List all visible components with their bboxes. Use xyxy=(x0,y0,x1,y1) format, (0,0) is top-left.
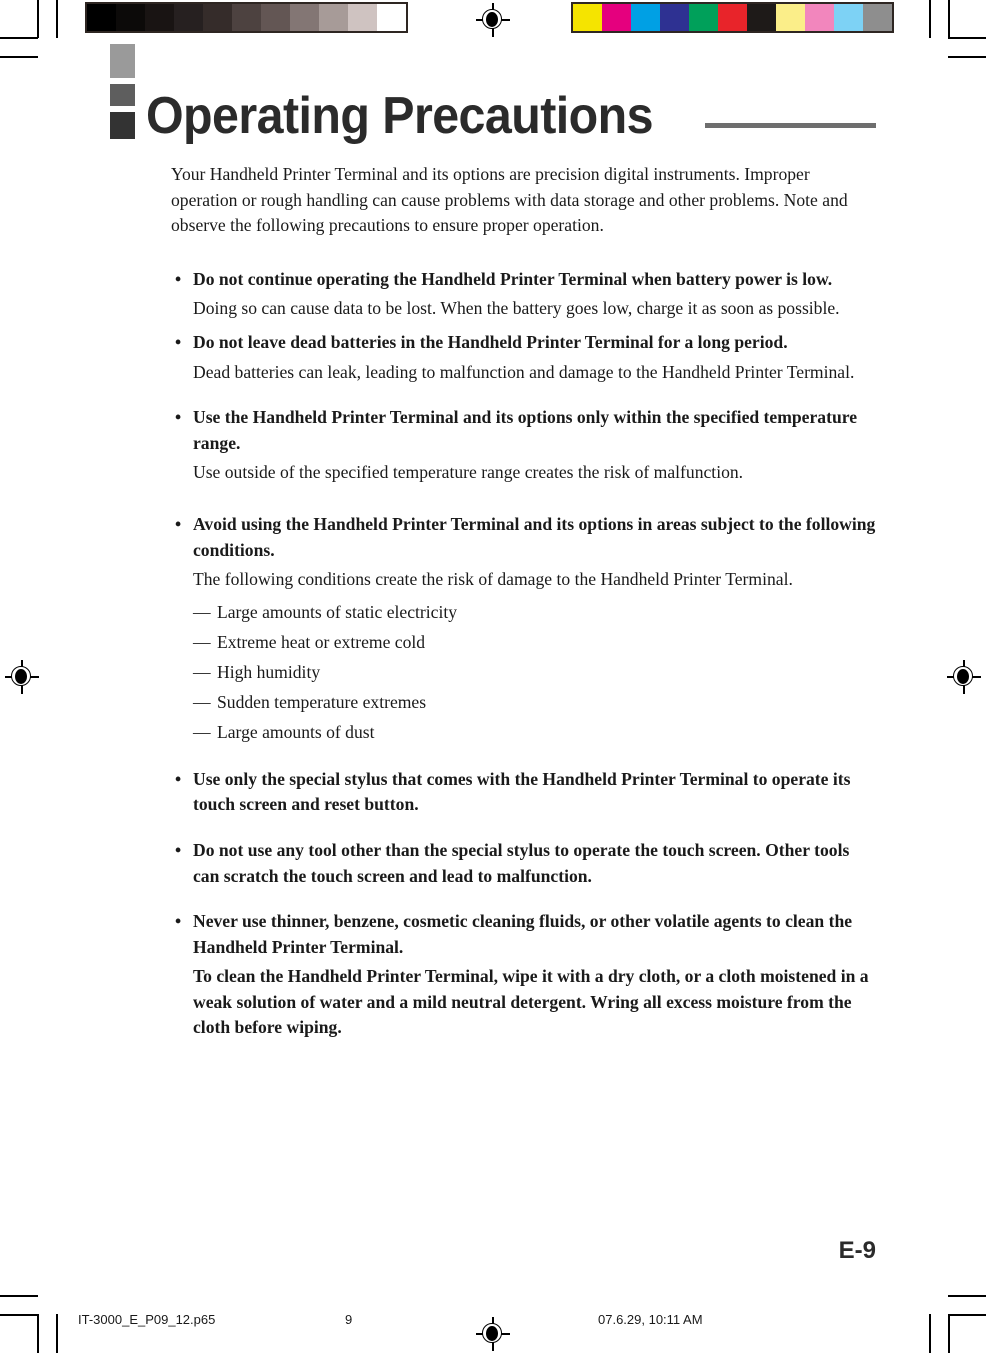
precaution-heading-text: Use only the special stylus that comes w… xyxy=(193,768,851,815)
precaution-item: • Do not leave dead batteries in the Hand… xyxy=(171,330,876,385)
precaution-sub-item: — Sudden temperature extremes xyxy=(193,687,876,717)
precaution-sub-item: — High humidity xyxy=(193,657,876,687)
precaution-body: To clean the Handheld Printer Terminal, … xyxy=(193,966,869,1038)
em-dash-icon: — xyxy=(193,631,215,652)
precaution-heading: • Use the Handheld Printer Terminal and i… xyxy=(171,405,876,456)
precaution-sub-item: — Large amounts of dust xyxy=(193,717,876,747)
em-dash-icon: — xyxy=(193,691,215,712)
intro-paragraph: Your Handheld Printer Terminal and its o… xyxy=(171,164,848,236)
precaution-heading: • Do not leave dead batteries in the Hand… xyxy=(171,330,876,356)
title-decoration-blocks xyxy=(110,44,137,145)
document-page: Operating Precautions Your Handheld Prin… xyxy=(0,0,986,1353)
precaution-heading: • Do not use any tool other than the spec… xyxy=(171,838,876,889)
precaution-sub-list: — Large amounts of static electricity — E… xyxy=(171,597,876,747)
precaution-heading-text: Do not use any tool other than the speci… xyxy=(193,839,850,886)
precaution-item: • Do not use any tool other than the spec… xyxy=(171,838,876,889)
title-block-medium xyxy=(110,84,135,106)
precaution-heading-text: Do not leave dead batteries in the Handh… xyxy=(193,331,788,352)
body-column: Your Handheld Printer Terminal and its o… xyxy=(171,162,876,1061)
precaution-heading: • Avoid using the Handheld Printer Termin… xyxy=(171,512,876,563)
precaution-body: Doing so can cause data to be lost. When… xyxy=(193,298,840,319)
bullet-icon: • xyxy=(175,268,182,289)
title-block-light xyxy=(110,44,135,78)
print-slug-line: IT-3000_E_P09_12.p65 9 07.6.29, 10:11 AM xyxy=(0,1312,986,1332)
bullet-icon: • xyxy=(175,407,182,428)
precaution-body: The following conditions create the risk… xyxy=(193,569,793,590)
slug-timestamp: 07.6.29, 10:11 AM xyxy=(598,1312,703,1327)
precaution-heading-text: Never use thinner, benzene, cosmetic cle… xyxy=(193,911,853,957)
precaution-heading: • Do not continue operating the Handheld … xyxy=(171,267,876,293)
precaution-item: • Avoid using the Handheld Printer Termin… xyxy=(171,512,876,747)
precaution-item: • Use the Handheld Printer Terminal and i… xyxy=(171,405,876,486)
title-block-dark xyxy=(110,112,135,139)
precaution-item: • Do not continue operating the Handheld … xyxy=(171,267,876,322)
precaution-heading: • Never use thinner, benzene, cosmetic cl… xyxy=(171,909,876,960)
precaution-item: • Use only the special stylus that comes … xyxy=(171,767,876,818)
bullet-icon: • xyxy=(175,331,182,352)
precaution-sub-item: — Large amounts of static electricity xyxy=(193,597,876,627)
precaution-heading-text: Use the Handheld Printer Terminal and it… xyxy=(193,407,858,453)
precaution-heading-text: Do not continue operating the Handheld P… xyxy=(193,268,833,289)
em-dash-icon: — xyxy=(193,661,215,682)
precaution-sub-item-text: Large amounts of dust xyxy=(217,721,375,742)
precaution-heading: • Use only the special stylus that comes … xyxy=(171,767,876,818)
precaution-body: Use outside of the specified temperature… xyxy=(193,462,744,483)
precaution-item: • Never use thinner, benzene, cosmetic cl… xyxy=(171,909,876,1041)
precaution-sub-item-text: Large amounts of static electricity xyxy=(217,601,458,622)
precaution-sub-item-text: Extreme heat or extreme cold xyxy=(217,631,426,652)
precaution-sub-item-text: High humidity xyxy=(217,661,321,682)
bullet-icon: • xyxy=(175,513,182,534)
precaution-sub-item: — Extreme heat or extreme cold xyxy=(193,627,876,657)
bullet-icon: • xyxy=(175,768,182,789)
title-rule xyxy=(705,123,876,128)
precaution-sub-item-text: Sudden temperature extremes xyxy=(217,691,427,712)
slug-filename: IT-3000_E_P09_12.p65 xyxy=(78,1312,216,1327)
bullet-icon: • xyxy=(175,839,182,860)
slug-page-number: 9 xyxy=(345,1312,353,1327)
page-folio: E-9 xyxy=(838,1237,876,1264)
em-dash-icon: — xyxy=(193,721,215,742)
page-title: Operating Precautions xyxy=(146,86,653,145)
precaution-heading-text: Avoid using the Handheld Printer Termina… xyxy=(193,513,876,560)
precautions-list: • Do not continue operating the Handheld … xyxy=(171,267,876,1061)
precaution-body: Dead batteries can leak, leading to malf… xyxy=(193,361,855,382)
em-dash-icon: — xyxy=(193,601,215,622)
page-title-block: Operating Precautions xyxy=(110,44,876,145)
bullet-icon: • xyxy=(175,911,182,932)
